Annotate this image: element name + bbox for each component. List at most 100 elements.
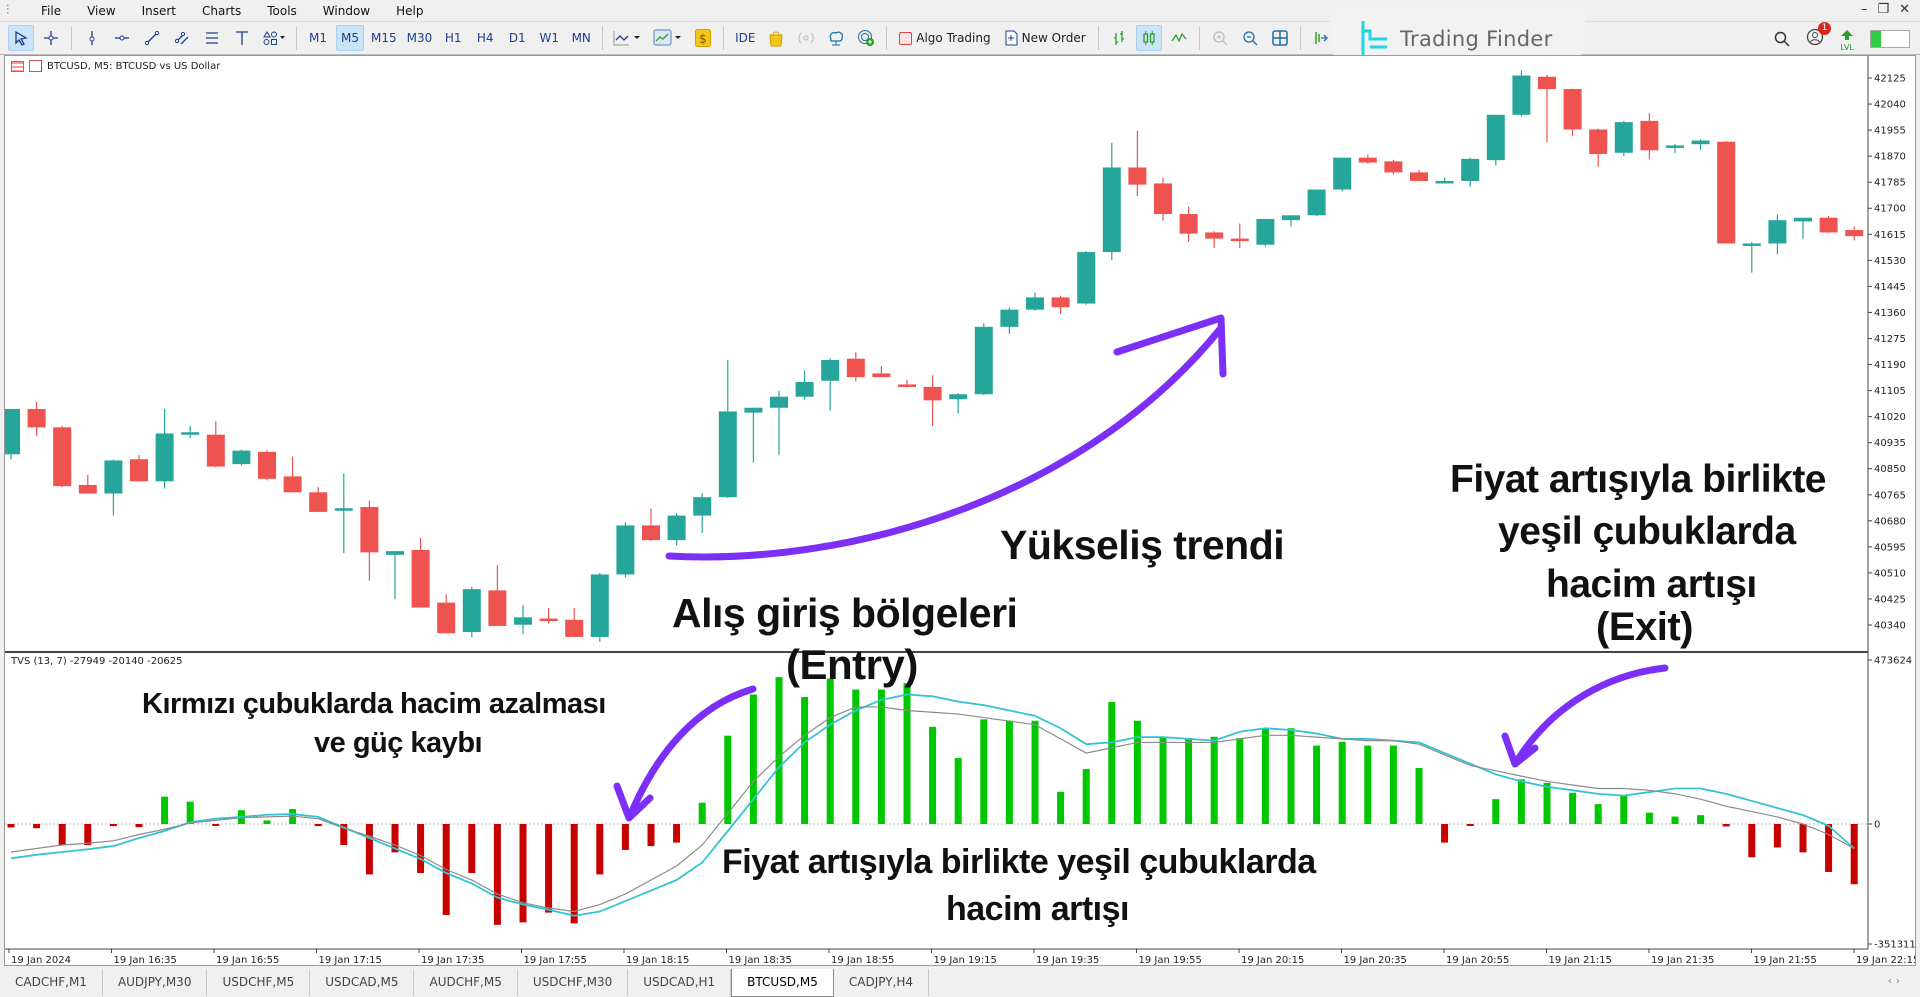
- tab-usdchf-m5[interactable]: USDCHF,M5: [207, 969, 311, 996]
- tab-audchf-m5[interactable]: AUDCHF,M5: [414, 969, 518, 996]
- candle: [1512, 70, 1531, 117]
- market-bag-button[interactable]: [763, 25, 789, 51]
- zoom-in-button[interactable]: [1207, 25, 1233, 51]
- price-tick-label: 40425: [1874, 594, 1906, 605]
- fibonacci-button[interactable]: [199, 25, 225, 51]
- search-icon[interactable]: [1774, 31, 1790, 47]
- volume-bar: [1645, 812, 1653, 824]
- candle: [1819, 215, 1838, 233]
- candle: [232, 449, 251, 466]
- timeframe-m30[interactable]: M30: [404, 25, 436, 51]
- new-order-label: New Order: [1021, 31, 1086, 45]
- volume-bar: [1005, 720, 1013, 824]
- volume-bar: [570, 824, 578, 924]
- volume-bar: [596, 824, 604, 875]
- close-icon[interactable]: ✕: [1899, 2, 1910, 17]
- candle-body: [334, 508, 353, 511]
- new-order-icon: [1005, 30, 1018, 46]
- zoom-out-button[interactable]: [1237, 25, 1263, 51]
- horizontal-line-button[interactable]: [109, 25, 135, 51]
- price-tick-label: 41870: [1874, 152, 1906, 163]
- candle: [1614, 120, 1633, 157]
- price-tick-label: 40850: [1874, 464, 1906, 475]
- signal-broadcast-icon: [798, 32, 814, 44]
- menu-tools[interactable]: Tools: [254, 4, 310, 18]
- notification-badge: 1: [1818, 21, 1831, 35]
- cursor-tool-button[interactable]: [8, 25, 34, 51]
- candle-body: [360, 507, 379, 553]
- tab-usdcad-m5[interactable]: USDCAD,M5: [310, 969, 415, 996]
- community-button[interactable]: [853, 25, 879, 51]
- timeframe-w1[interactable]: W1: [535, 25, 563, 51]
- timeframe-m15[interactable]: M15: [368, 25, 400, 51]
- volume-bar: [1748, 824, 1756, 858]
- bar-chart-button[interactable]: [1106, 25, 1132, 51]
- candle-body: [821, 359, 840, 381]
- candle: [923, 375, 942, 426]
- volume-bar: [929, 726, 937, 824]
- candle: [590, 572, 609, 642]
- candle-body: [1742, 243, 1761, 246]
- timeframe-d1[interactable]: D1: [503, 25, 531, 51]
- tab-usdchf-m30[interactable]: USDCHF,M30: [518, 969, 629, 996]
- candle: [1000, 307, 1019, 334]
- restore-icon[interactable]: ❐: [1877, 2, 1889, 17]
- candlestick-chart-button[interactable]: [1135, 25, 1162, 51]
- timeframe-m5[interactable]: M5: [336, 25, 364, 51]
- timeframe-h1[interactable]: H1: [439, 25, 467, 51]
- menu-window[interactable]: Window: [310, 4, 383, 18]
- timeframe-h4[interactable]: H4: [471, 25, 499, 51]
- tab-scroll-arrows[interactable]: ‹ ›: [1888, 974, 1900, 987]
- volume-bar: [365, 824, 373, 875]
- volume-bar: [1466, 824, 1474, 826]
- crosshair-button[interactable]: [38, 25, 64, 51]
- vertical-line-button[interactable]: [79, 25, 105, 51]
- menu-view[interactable]: View: [74, 4, 128, 18]
- tab-usdcad-h1[interactable]: USDCAD,H1: [628, 969, 732, 996]
- price-tick-label: 40340: [1874, 621, 1906, 632]
- tile-windows-button[interactable]: [1267, 25, 1293, 51]
- minimize-icon[interactable]: –: [1861, 2, 1868, 17]
- tab-btcusd-m5[interactable]: BTCUSD,M5: [731, 969, 834, 997]
- templates-button[interactable]: [650, 25, 686, 51]
- timeframe-m1[interactable]: M1: [304, 25, 332, 51]
- candle-body: [181, 432, 200, 435]
- account-button[interactable]: 1: [1806, 21, 1831, 50]
- ide-button[interactable]: IDE: [731, 25, 759, 51]
- tab-audjpy-m30[interactable]: AUDJPY,M30: [103, 969, 208, 996]
- price-tick-label: 40935: [1874, 438, 1906, 449]
- trading-finder-logo-icon: [1361, 21, 1387, 59]
- algo-trading-button[interactable]: Algo Trading: [894, 25, 995, 51]
- menu-help[interactable]: Help: [383, 4, 436, 18]
- tab-cadchf-m1[interactable]: CADCHF,M1: [0, 969, 103, 996]
- separator: [602, 26, 604, 50]
- market-button[interactable]: $: [690, 25, 716, 51]
- candle-body: [1051, 297, 1070, 308]
- indicators-button[interactable]: [610, 25, 646, 51]
- vps-button[interactable]: [823, 25, 849, 51]
- candle: [334, 473, 353, 553]
- candle-body: [1179, 214, 1198, 234]
- signals-button[interactable]: [793, 25, 819, 51]
- trendline-button[interactable]: [139, 25, 165, 51]
- shapes-button[interactable]: [259, 25, 289, 51]
- timeframe-mn[interactable]: MN: [567, 25, 595, 51]
- candle: [1486, 114, 1505, 166]
- menu-file[interactable]: File: [28, 4, 74, 18]
- candle: [1742, 241, 1761, 273]
- menu-charts[interactable]: Charts: [189, 4, 254, 18]
- candle-body: [1358, 157, 1377, 163]
- separator: [1299, 26, 1301, 50]
- text-button[interactable]: [229, 25, 255, 51]
- menu-insert[interactable]: Insert: [129, 4, 189, 18]
- candle: [1768, 214, 1787, 255]
- candle: [1051, 295, 1070, 314]
- volume-bar: [903, 683, 911, 824]
- volume-bar: [1210, 736, 1218, 824]
- channel-button[interactable]: [169, 25, 195, 51]
- tab-cadjpy-h4[interactable]: CADJPY,H4: [834, 969, 930, 996]
- candle-body: [437, 602, 456, 634]
- line-chart-button[interactable]: [1166, 25, 1192, 51]
- new-order-button[interactable]: New Order: [1000, 25, 1091, 51]
- level-indicator[interactable]: LVL: [1840, 25, 1854, 52]
